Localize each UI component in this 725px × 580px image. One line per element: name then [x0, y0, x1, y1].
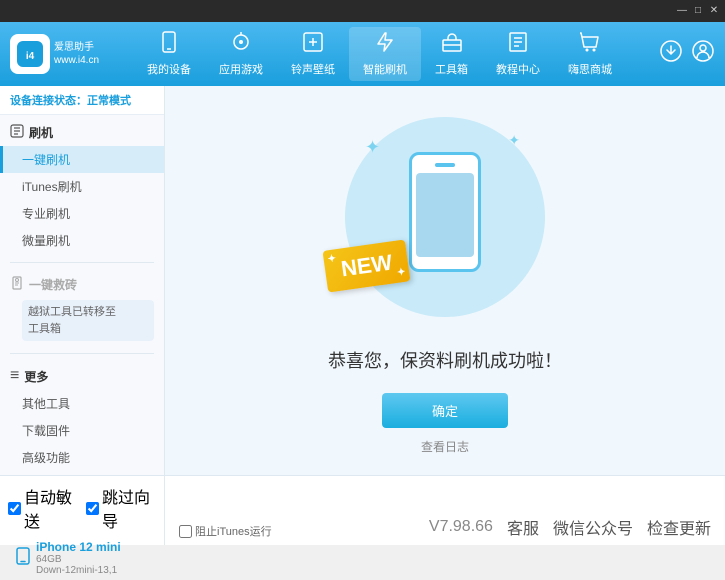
nav-item-apps-games[interactable]: 应用游戏: [205, 27, 277, 81]
ringtone-icon: [302, 31, 324, 59]
daily-log-link[interactable]: 查看日志: [421, 438, 469, 455]
main-content: ✦ ✦ ✦ NEW 恭喜您，保资料刷机成功啦！ 确定 查看日志: [165, 86, 725, 475]
skip-guide-input[interactable]: [86, 502, 99, 515]
sidebar-item-one-key-flash[interactable]: 一键刷机: [0, 146, 164, 173]
toolbox-icon: [441, 31, 463, 59]
flash-section: 刷机 一键刷机 iTunes刷机 专业刷机 微量刷机: [0, 115, 164, 258]
nav-item-tutorial[interactable]: 教程中心: [482, 27, 554, 81]
rescue-icon: [10, 276, 24, 293]
user-nav-button[interactable]: [691, 39, 715, 69]
nav-item-smart-flash[interactable]: 智能刷机: [349, 27, 421, 81]
flash-section-icon: [10, 124, 24, 141]
sidebar-item-micro-flash[interactable]: 微量刷机: [0, 227, 164, 254]
auto-send-input[interactable]: [8, 502, 21, 515]
sidebar-item-download-firmware[interactable]: 下载固件: [0, 417, 164, 444]
more-icon: ≡: [10, 367, 19, 385]
sidebar: 设备连接状态：正常模式 刷机 一键刷机: [0, 86, 165, 475]
confirm-button[interactable]: 确定: [382, 393, 508, 428]
sidebar-item-itunes-flash[interactable]: iTunes刷机: [0, 173, 164, 200]
star-topright-icon: ✦: [508, 132, 520, 149]
phone-shape: [409, 152, 481, 272]
device-icon: [158, 31, 180, 59]
sidebar-item-advanced[interactable]: 高级功能: [0, 444, 164, 471]
more-section: ≡ 更多 其他工具 下载固件 高级功能: [0, 358, 164, 475]
close-button[interactable]: ✕: [707, 4, 721, 18]
device-phone-icon: [16, 547, 30, 570]
connection-status: 设备连接状态：正常模式: [0, 86, 164, 115]
sidebar-item-pro-flash[interactable]: 专业刷机: [0, 200, 164, 227]
success-message: 恭喜您，保资料刷机成功啦！: [328, 347, 562, 373]
nav-item-ringtones[interactable]: 铃声壁纸: [277, 27, 349, 81]
device-details: iPhone 12 mini 64GB Down-12mini-13,1: [36, 540, 121, 576]
svg-text:i4: i4: [26, 51, 35, 62]
auto-send-checkbox[interactable]: 自动敏送: [8, 484, 78, 532]
logo-icon: i4: [10, 34, 50, 74]
divider-2: [10, 353, 154, 354]
bottom-bar: 自动敏送 跳过向导 iPhone 12 mini 64GB: [0, 475, 725, 545]
minimize-button[interactable]: —: [675, 4, 689, 18]
customer-service-link[interactable]: 客服: [507, 515, 539, 539]
check-update-link[interactable]: 检查更新: [647, 515, 711, 539]
wechat-link[interactable]: 微信公众号: [553, 515, 633, 539]
logo-text: 爱思助手 www.i4.cn: [54, 41, 99, 67]
checkboxes-row: 自动敏送 跳过向导: [8, 480, 156, 536]
bottom-links: V7.98.66 客服 微信公众号 检查更新: [429, 515, 711, 539]
smart-flash-icon: [374, 31, 396, 59]
stop-itunes-checkbox[interactable]: [179, 525, 192, 538]
nav-right: [659, 39, 715, 69]
version-text: V7.98.66: [429, 518, 493, 536]
bottom-right: 阻止iTunes运行 V7.98.66 客服 微信公众号 检查更新: [165, 476, 725, 545]
phone-screen: [416, 173, 474, 257]
rescue-section-header: 一键救砖: [0, 271, 164, 298]
stop-itunes: 阻止iTunes运行: [179, 523, 272, 539]
maximize-button[interactable]: □: [691, 4, 705, 18]
device-info: iPhone 12 mini 64GB Down-12mini-13,1: [8, 536, 156, 580]
more-section-header: ≡ 更多: [0, 362, 164, 390]
nav-item-wei-mall[interactable]: 嗨思商城: [554, 27, 626, 81]
nav-items: 我的设备 应用游戏 铃声壁纸: [100, 27, 659, 81]
tutorial-icon: [507, 31, 529, 59]
phone-circle: ✦ ✦ ✦ NEW: [345, 117, 545, 317]
nav-item-my-device[interactable]: 我的设备: [133, 27, 205, 81]
skip-guide-checkbox[interactable]: 跳过向导: [86, 484, 156, 532]
rescue-section: 一键救砖 越狱工具已转移至工具箱: [0, 267, 164, 349]
bottom-left: 自动敏送 跳过向导 iPhone 12 mini 64GB: [0, 476, 165, 545]
flash-section-header: 刷机: [0, 119, 164, 146]
title-bar: — □ ✕: [0, 0, 725, 22]
download-nav-button[interactable]: [659, 39, 683, 69]
apps-icon: [230, 31, 252, 59]
mall-icon: [579, 31, 601, 59]
rescue-note: 越狱工具已转移至工具箱: [22, 300, 154, 341]
star-topleft-icon: ✦: [365, 137, 380, 158]
sidebar-item-other-tools[interactable]: 其他工具: [0, 390, 164, 417]
nav-item-toolbox[interactable]: 工具箱: [421, 27, 482, 81]
logo-area: i4 爱思助手 www.i4.cn: [10, 34, 100, 74]
illustration: ✦ ✦ ✦ NEW: [335, 107, 555, 327]
new-badge: NEW: [322, 239, 410, 292]
top-nav: i4 爱思助手 www.i4.cn 我的设备: [0, 22, 725, 86]
divider-1: [10, 262, 154, 263]
